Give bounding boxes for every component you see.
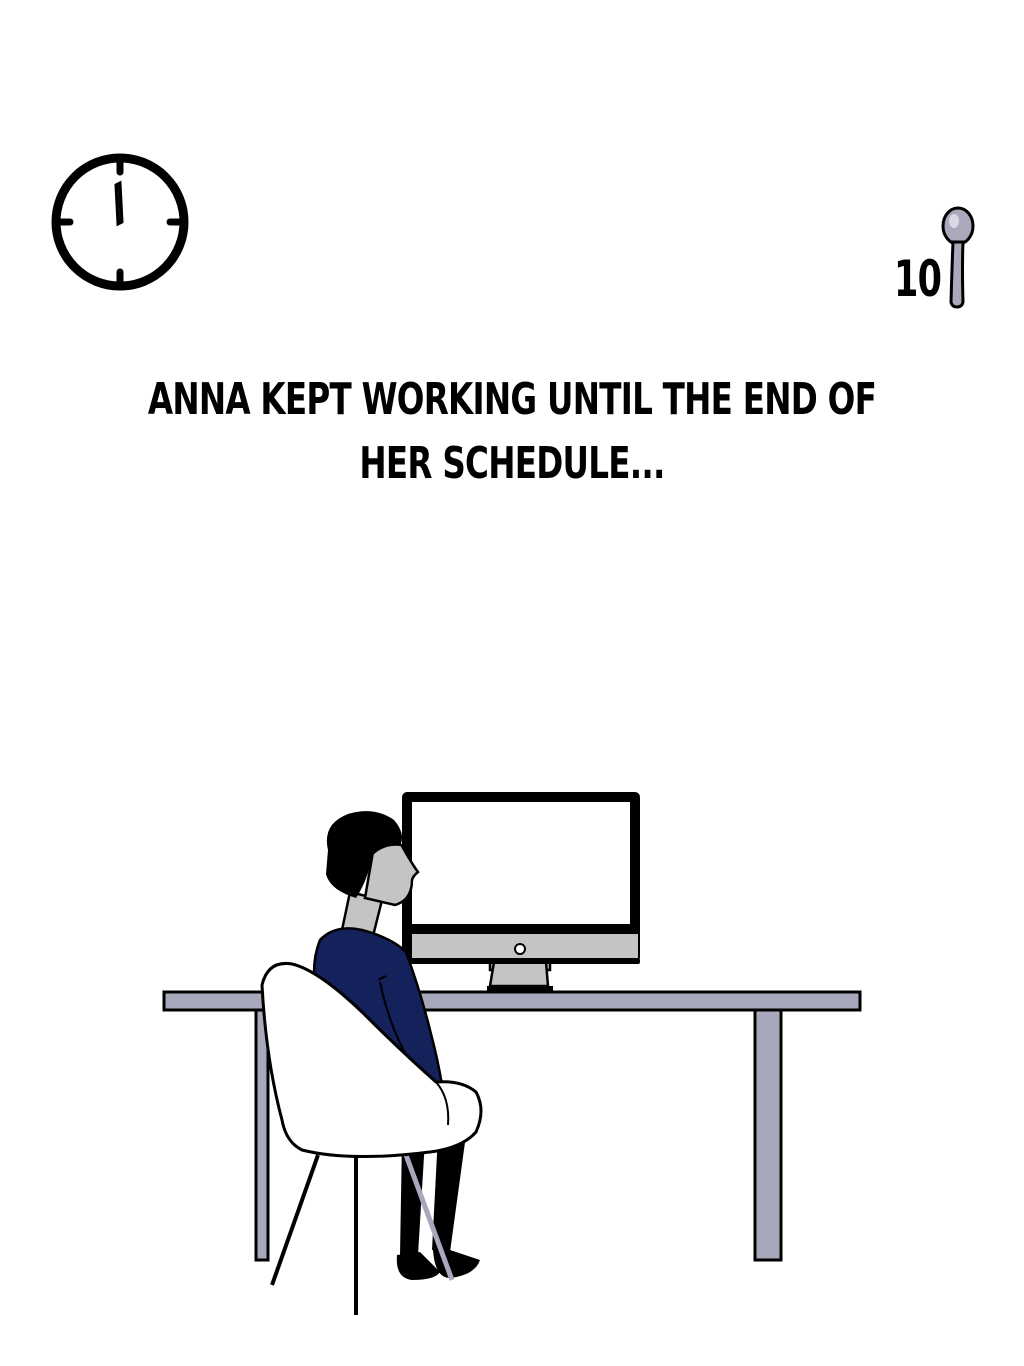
monitor — [402, 792, 640, 993]
office-scene — [150, 780, 880, 1330]
spoon-count: 10 — [894, 250, 942, 308]
narration-text: ANNA KEPT WORKING UNTIL THE END OF HER S… — [147, 374, 877, 489]
spoon-icon — [936, 206, 976, 310]
narration-caption: ANNA KEPT WORKING UNTIL THE END OF HER S… — [112, 368, 912, 496]
spoon-counter: 10 — [894, 200, 994, 310]
clock-icon — [48, 150, 192, 294]
